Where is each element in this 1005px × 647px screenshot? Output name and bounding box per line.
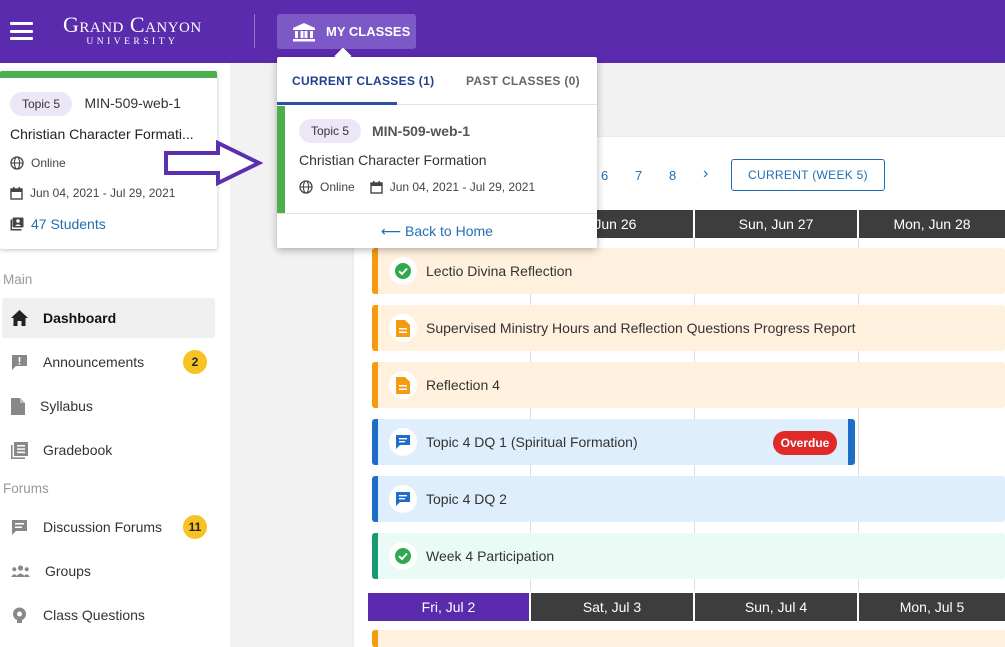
globe-icon (299, 180, 313, 194)
current-week-button[interactable]: CURRENT (WEEK 5) (731, 159, 885, 191)
task-stripe (372, 248, 378, 294)
page-7-link[interactable]: 7 (635, 168, 642, 183)
task-stripe (372, 419, 378, 465)
class-dates-text: Jun 04, 2021 - Jul 29, 2021 (389, 180, 536, 194)
nav-item-announcements[interactable]: Announcements 2 (2, 342, 215, 382)
announcement-icon (12, 354, 27, 370)
nav-section-forums: Forums (3, 481, 49, 496)
day-header-sun-jun-27: Sun, Jun 27 (695, 210, 857, 238)
question-icon (13, 607, 26, 623)
tab-past-classes[interactable]: PAST CLASSES (0) (466, 74, 580, 88)
task-stripe (372, 533, 378, 579)
check-circle-icon (389, 257, 417, 285)
nav-section-main: Main (3, 272, 33, 287)
nav-item-syllabus[interactable]: Syllabus (2, 386, 215, 426)
active-tab-indicator (277, 102, 397, 105)
calendar-icon (369, 180, 383, 194)
my-classes-dropdown: CURRENT CLASSES (1) PAST CLASSES (0) Top… (277, 57, 597, 248)
topic-badge: Topic 5 (10, 92, 73, 116)
task-label: Lectio Divina Reflection (426, 263, 573, 279)
task-label: Topic 4 DQ 1 (Spiritual Formation) (426, 434, 638, 450)
globe-icon (10, 156, 24, 170)
class-code: MIN-509-web-1 (372, 123, 471, 139)
header-divider (254, 14, 255, 48)
nav-label-dashboard: Dashboard (43, 310, 117, 326)
forums-count-badge: 11 (183, 515, 207, 539)
task-topic4-dq2[interactable]: Topic 4 DQ 2 (372, 476, 1005, 522)
document-icon (11, 397, 25, 415)
task-label: Week 4 Participation (426, 548, 555, 564)
chat-bubble-icon (389, 428, 417, 456)
chat-bubble-icon (389, 485, 417, 513)
task-stripe (372, 305, 378, 351)
task-stripe (372, 630, 378, 647)
logo-main-text: Grand Canyon (63, 12, 202, 37)
nav-item-discussion-forums[interactable]: Discussion Forums 11 (2, 507, 215, 547)
nav-label-groups: Groups (45, 563, 91, 579)
university-logo[interactable]: Grand Canyon UNIVERSITY (63, 14, 202, 48)
page-6-link[interactable]: 6 (601, 168, 608, 183)
class-title: Christian Character Formation (299, 152, 487, 168)
day-header-sat-jul-3: Sat, Jul 3 (531, 593, 693, 621)
task-label: Topic 4 DQ 2 (426, 491, 507, 507)
back-to-home-link[interactable]: ⟵ Back to Home (277, 213, 597, 248)
top-bar: Grand Canyon UNIVERSITY MY CLASSES (0, 0, 1005, 63)
nav-item-groups[interactable]: Groups (2, 551, 215, 591)
day-header-mon-jun-28: Mon, Jun 28 (859, 210, 1005, 238)
forum-icon (12, 519, 27, 535)
task-supervised-ministry[interactable]: Supervised Ministry Hours and Reflection… (372, 305, 1005, 351)
task-week4-participation[interactable]: Week 4 Participation (372, 533, 1005, 579)
gradebook-icon (11, 441, 28, 459)
class-mode-text: Online (320, 180, 355, 194)
page-8-link[interactable]: 8 (669, 168, 676, 183)
task-stripe (372, 362, 378, 408)
day-header-mon-jul-5: Mon, Jul 5 (859, 593, 1005, 621)
task-end-stripe (848, 419, 855, 465)
class-dates: Jun 04, 2021 - Jul 29, 2021 (10, 186, 207, 200)
next-page-chevron[interactable]: › (703, 165, 708, 183)
my-classes-label: MY CLASSES (326, 24, 411, 39)
calendar-icon (10, 186, 23, 200)
dropdown-class-item[interactable]: Topic 5 MIN-509-web-1 Christian Characte… (277, 106, 597, 213)
assignment-doc-icon (389, 371, 417, 399)
nav-label-gradebook: Gradebook (43, 442, 113, 458)
home-icon (11, 310, 28, 326)
students-text: 47 Students (31, 216, 106, 232)
day-header-fri-jul-2: Fri, Jul 2 (368, 593, 529, 621)
topic-badge: Topic 5 (299, 119, 362, 143)
menu-icon[interactable] (10, 22, 33, 40)
task-stripe (372, 476, 378, 522)
nav-label-class-questions: Class Questions (43, 607, 145, 623)
logo-sub-text: UNIVERSITY (86, 37, 179, 47)
task-label: Reflection 4 (426, 377, 500, 393)
nav-item-gradebook[interactable]: Gradebook (2, 430, 215, 470)
nav-item-dashboard[interactable]: Dashboard (2, 298, 215, 338)
task-lectio-divina[interactable]: Lectio Divina Reflection (372, 248, 1005, 294)
nav-label-syllabus: Syllabus (40, 398, 93, 414)
students-icon (10, 217, 24, 231)
nav-label-announcements: Announcements (43, 354, 145, 370)
class-code: MIN-509-web-1 (84, 95, 181, 111)
my-classes-button[interactable]: MY CLASSES (277, 14, 416, 49)
class-meta: Online Jun 04, 2021 - Jul 29, 2021 (299, 180, 535, 194)
day-header-sun-jul-4: Sun, Jul 4 (695, 593, 857, 621)
class-mode-text: Online (31, 156, 66, 170)
class-tabs: CURRENT CLASSES (1) PAST CLASSES (0) (277, 57, 597, 105)
tab-current-classes[interactable]: CURRENT CLASSES (1) (292, 74, 434, 88)
overdue-badge: Overdue (773, 431, 837, 455)
institution-icon (293, 22, 315, 41)
class-dates-text: Jun 04, 2021 - Jul 29, 2021 (30, 186, 176, 200)
groups-icon (11, 564, 30, 577)
check-circle-icon (389, 542, 417, 570)
annotation-arrow (164, 140, 263, 186)
students-link[interactable]: 47 Students (10, 216, 207, 232)
announcements-count-badge: 2 (183, 350, 207, 374)
task-reflection-4[interactable]: Reflection 4 (372, 362, 1005, 408)
nav-item-class-questions[interactable]: Class Questions (2, 595, 215, 635)
nav-label-discussion-forums: Discussion Forums (43, 519, 163, 535)
task-next-week-partial[interactable] (372, 630, 1005, 647)
assignment-doc-icon (389, 314, 417, 342)
task-label: Supervised Ministry Hours and Reflection… (426, 320, 856, 336)
